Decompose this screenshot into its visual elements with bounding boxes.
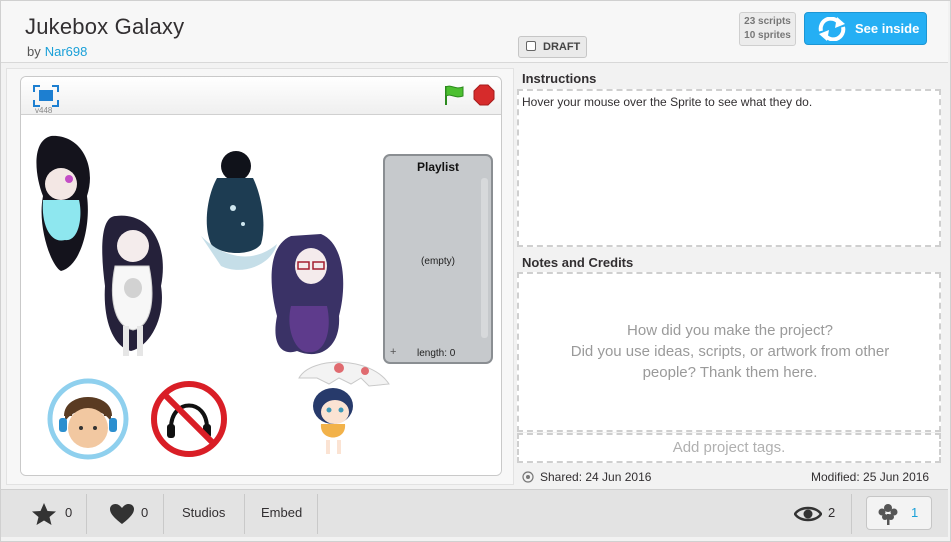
instructions-text: Hover your mouse over the Sprite to see …: [522, 95, 813, 109]
footer-divider: [244, 494, 245, 534]
draft-toggle[interactable]: DRAFT: [518, 36, 587, 58]
by-label: by: [27, 44, 41, 59]
notes-heading: Notes and Credits: [522, 255, 634, 270]
sprite-galaxy-girl-glasses[interactable]: [271, 234, 344, 355]
sprite-galaxy-girl-1[interactable]: [36, 135, 90, 271]
views-count: 2: [828, 505, 836, 520]
sprites-count: 10 sprites: [744, 30, 791, 41]
tags-placeholder: Add project tags.: [672, 439, 786, 456]
favorite-count: 0: [65, 505, 73, 520]
instructions-field[interactable]: [517, 89, 941, 247]
scripts-count: 23 scripts: [744, 16, 791, 27]
version-label: v448: [35, 106, 53, 115]
sprite-no-music-sign[interactable]: [151, 381, 227, 457]
studios-button[interactable]: Studios: [182, 490, 225, 538]
remix-arrows-icon: [818, 17, 846, 41]
project-header: Jukebox Galaxy by Nar698 DRAFT 23 scripts…: [1, 1, 948, 63]
action-bar: 0 0 Studios Embed 2 1: [1, 489, 948, 537]
favorite-button[interactable]: 0: [31, 490, 72, 538]
embed-button[interactable]: Embed: [261, 490, 302, 538]
footer-divider: [163, 494, 164, 534]
project-player: v448 Playlist (empty) + length: 0: [20, 76, 502, 476]
share-icon: [522, 471, 534, 483]
notes-placeholder-line-3: people? Thank them here.: [642, 364, 818, 381]
stage[interactable]: Playlist (empty) + length: 0: [21, 116, 501, 475]
sprite-headphones-avatar[interactable]: [47, 378, 129, 460]
love-button[interactable]: 0: [109, 490, 148, 538]
sprite-galaxy-silhouette[interactable]: [201, 151, 277, 270]
footer-divider: [86, 494, 87, 534]
heart-icon: [110, 503, 134, 524]
shared-date: Shared: 24 Jun 2016: [540, 470, 652, 484]
remix-tree-button[interactable]: 1: [866, 496, 932, 530]
player-controls: v448: [21, 77, 501, 115]
green-flag-icon[interactable]: [443, 84, 465, 106]
sprite-galaxy-girl-2[interactable]: [102, 215, 163, 356]
love-count: 0: [141, 505, 149, 520]
fullscreen-icon[interactable]: [33, 85, 59, 107]
playlist-title: Playlist: [416, 160, 460, 174]
eye-icon: [793, 506, 823, 521]
project-title[interactable]: Jukebox Galaxy: [25, 14, 184, 40]
remix-tree-icon: [878, 504, 898, 525]
see-inside-button[interactable]: See inside: [804, 12, 927, 45]
sprite-chibi-umbrella[interactable]: [298, 361, 390, 454]
author-link[interactable]: Nar698: [45, 44, 88, 59]
instructions-heading: Instructions: [522, 71, 597, 86]
playlist-empty-text: (empty): [421, 256, 455, 267]
views-indicator: 2: [793, 490, 836, 538]
modified-date: Modified: 25 Jun 2016: [811, 470, 930, 484]
notes-placeholder-line-1: How did you make the project?: [627, 322, 833, 339]
star-icon: [32, 502, 56, 525]
checkbox-icon[interactable]: [526, 41, 536, 51]
playlist-add-button[interactable]: +: [390, 346, 396, 358]
remix-count: 1: [911, 505, 919, 520]
project-stats: 23 scripts 10 sprites: [739, 12, 796, 46]
notes-placeholder: How did you make the project? Did you us…: [520, 320, 940, 383]
playlist-monitor[interactable]: Playlist (empty) + length: 0: [383, 154, 493, 364]
draft-label: DRAFT: [543, 41, 581, 53]
see-inside-label: See inside: [855, 21, 920, 36]
notes-placeholder-line-2: Did you use ideas, scripts, or artwork f…: [570, 343, 890, 360]
footer-divider: [851, 494, 852, 534]
byline: by Nar698: [27, 44, 87, 59]
stop-icon[interactable]: [473, 84, 495, 106]
footer-divider: [317, 494, 318, 534]
playlist-length: length: 0: [417, 348, 456, 359]
